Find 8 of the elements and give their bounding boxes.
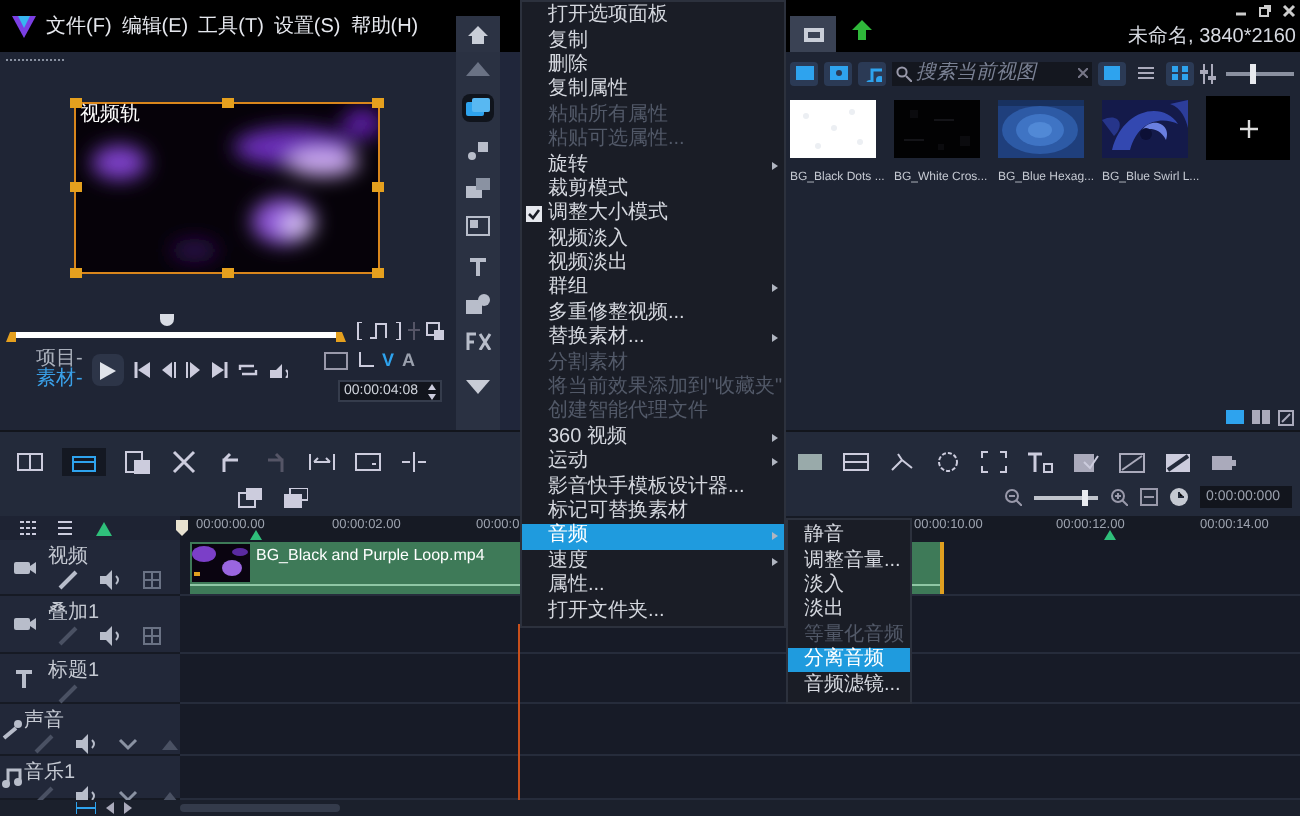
clip-label: BG_Black and Purple Loop.mp4 (256, 548, 485, 564)
track-name: 视频 (48, 546, 90, 568)
track-name: 声音 (24, 710, 66, 732)
track-name: 标题1 (48, 660, 100, 682)
track-name: 音乐1 (24, 762, 78, 784)
track-name: 叠加1 (48, 602, 102, 624)
preview-label: 视频轨 (80, 106, 140, 126)
project-info: 未命名, 3840*2160 (1128, 26, 1296, 48)
